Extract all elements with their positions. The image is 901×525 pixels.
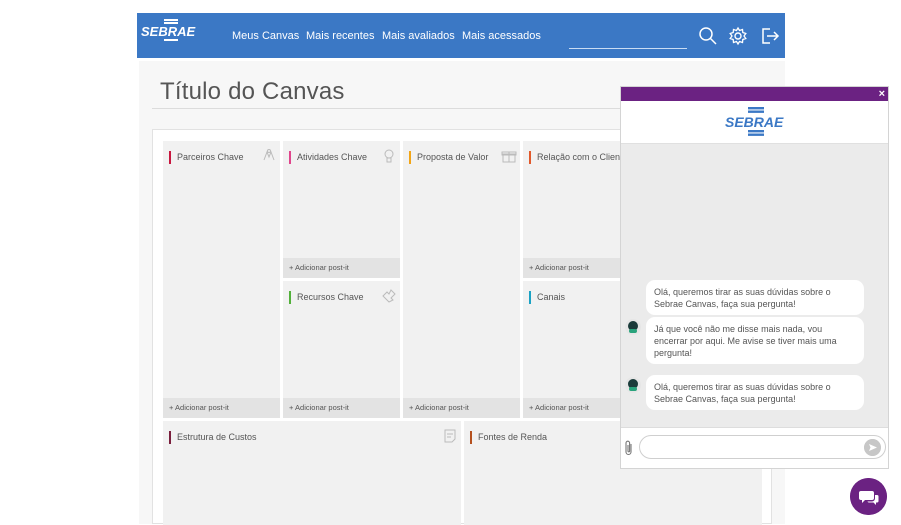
block-label-recursos: Recursos Chave (289, 291, 364, 304)
gift-icon (501, 151, 517, 163)
nav-mais-acessados[interactable]: Mais acessados (462, 30, 541, 42)
bot-avatar-icon (625, 319, 641, 335)
lightbulb-icon (384, 149, 394, 163)
send-icon[interactable] (864, 439, 881, 456)
block-parceiros-chave[interactable]: Parceiros Chave + Adicionar post-it (163, 141, 280, 418)
block-recursos-chave[interactable]: Recursos Chave + Adicionar post-it (283, 281, 400, 418)
block-label-fontes: Fontes de Renda (470, 431, 547, 444)
sebrae-logo[interactable]: SEBRAE (140, 18, 198, 46)
block-label-canais: Canais (529, 291, 565, 304)
add-postit-button[interactable]: + Adicionar post-it (163, 398, 280, 418)
block-label-parceiros: Parceiros Chave (169, 151, 244, 164)
puzzle-icon (382, 289, 396, 303)
logout-icon[interactable] (760, 26, 780, 46)
handshake-icon (263, 149, 275, 161)
title-underline (152, 108, 622, 109)
gear-icon[interactable] (728, 26, 748, 46)
block-atividades-chave[interactable]: Atividades Chave + Adicionar post-it (283, 141, 400, 278)
block-estrutura-de-custos[interactable]: Estrutura de Custos (163, 421, 461, 525)
block-proposta-de-valor[interactable]: Proposta de Valor + Adicionar post-it (403, 141, 520, 418)
chat-close-button[interactable]: × (879, 87, 885, 101)
chat-launcher-button[interactable] (850, 478, 887, 515)
sebrae-logo: SEBRAE (725, 107, 784, 136)
search-icon[interactable] (698, 26, 718, 46)
top-bar: SEBRAE Meus Canvas Mais recentes Mais av… (0, 0, 901, 61)
add-postit-button[interactable]: + Adicionar post-it (283, 398, 400, 418)
block-label-proposta: Proposta de Valor (409, 151, 488, 164)
canvas-title[interactable]: Título do Canvas (160, 78, 345, 106)
chat-header: × (621, 87, 888, 101)
chat-logo-area: SEBRAE (621, 101, 888, 144)
nav-meus-canvas[interactable]: Meus Canvas (232, 30, 299, 42)
nav-mais-avaliados[interactable]: Mais avaliados (382, 30, 455, 42)
add-postit-button[interactable]: + Adicionar post-it (523, 258, 621, 278)
chat-message: Já que você não me disse mais nada, vou … (646, 317, 864, 364)
add-postit-button[interactable]: + Adicionar post-it (523, 398, 621, 418)
chat-window: × SEBRAE Olá, queremos tirar as suas dúv… (620, 86, 889, 469)
chat-message-input[interactable] (639, 435, 886, 459)
chat-message: Olá, queremos tirar as suas dúvidas sobr… (646, 280, 864, 315)
nav-mais-recentes[interactable]: Mais recentes (306, 30, 374, 42)
search-input[interactable] (569, 48, 687, 49)
chat-message: Olá, queremos tirar as suas dúvidas sobr… (646, 375, 864, 410)
block-canais[interactable]: Canais + Adicionar post-it (523, 281, 621, 418)
block-relacao-com-cliente[interactable]: Relação com o Cliente + Adicionar post-i… (523, 141, 628, 278)
bot-avatar-icon (625, 377, 641, 393)
chat-input-bar (621, 427, 888, 468)
add-postit-button[interactable]: + Adicionar post-it (403, 398, 520, 418)
receipt-icon (444, 429, 456, 443)
block-label-atividades: Atividades Chave (289, 151, 367, 164)
block-label-custos: Estrutura de Custos (169, 431, 257, 444)
paperclip-icon[interactable] (624, 440, 634, 456)
add-postit-button[interactable]: + Adicionar post-it (283, 258, 400, 278)
logo-text: SEBRAE (141, 24, 196, 39)
block-label-relacao: Relação com o Cliente (529, 151, 628, 164)
chat-logo-text: SEBRAE (725, 114, 784, 130)
